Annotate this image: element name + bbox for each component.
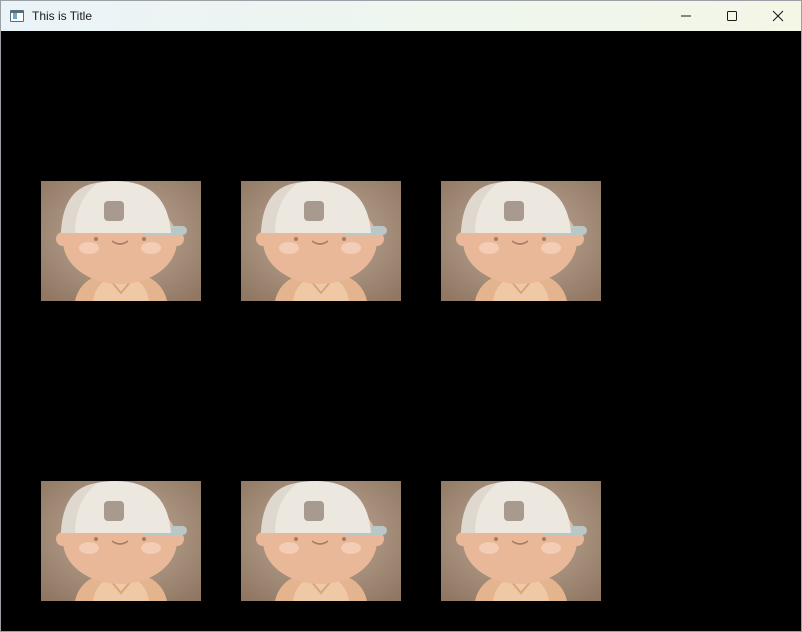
image-tile (441, 481, 601, 601)
close-icon (772, 10, 784, 22)
caption-buttons (663, 1, 801, 31)
cartoon-boy-image (41, 481, 201, 601)
window-app-icon[interactable] (10, 10, 24, 22)
close-button[interactable] (755, 1, 801, 31)
cartoon-boy-image (441, 181, 601, 301)
cartoon-boy-image (241, 481, 401, 601)
minimize-button[interactable] (663, 1, 709, 31)
maximize-button[interactable] (709, 1, 755, 31)
image-tile (41, 481, 201, 601)
cartoon-boy-image (241, 181, 401, 301)
image-tile (441, 181, 601, 301)
title-bar[interactable]: This is Title (1, 1, 801, 31)
canvas-area[interactable] (1, 31, 801, 631)
image-tile (241, 181, 401, 301)
cartoon-boy-image (441, 481, 601, 601)
maximize-icon (727, 11, 737, 21)
cartoon-boy-image (41, 181, 201, 301)
window-title: This is Title (32, 9, 93, 23)
minimize-icon (681, 15, 691, 17)
app-window: This is Title (0, 0, 802, 632)
image-tile (241, 481, 401, 601)
image-tile (41, 181, 201, 301)
